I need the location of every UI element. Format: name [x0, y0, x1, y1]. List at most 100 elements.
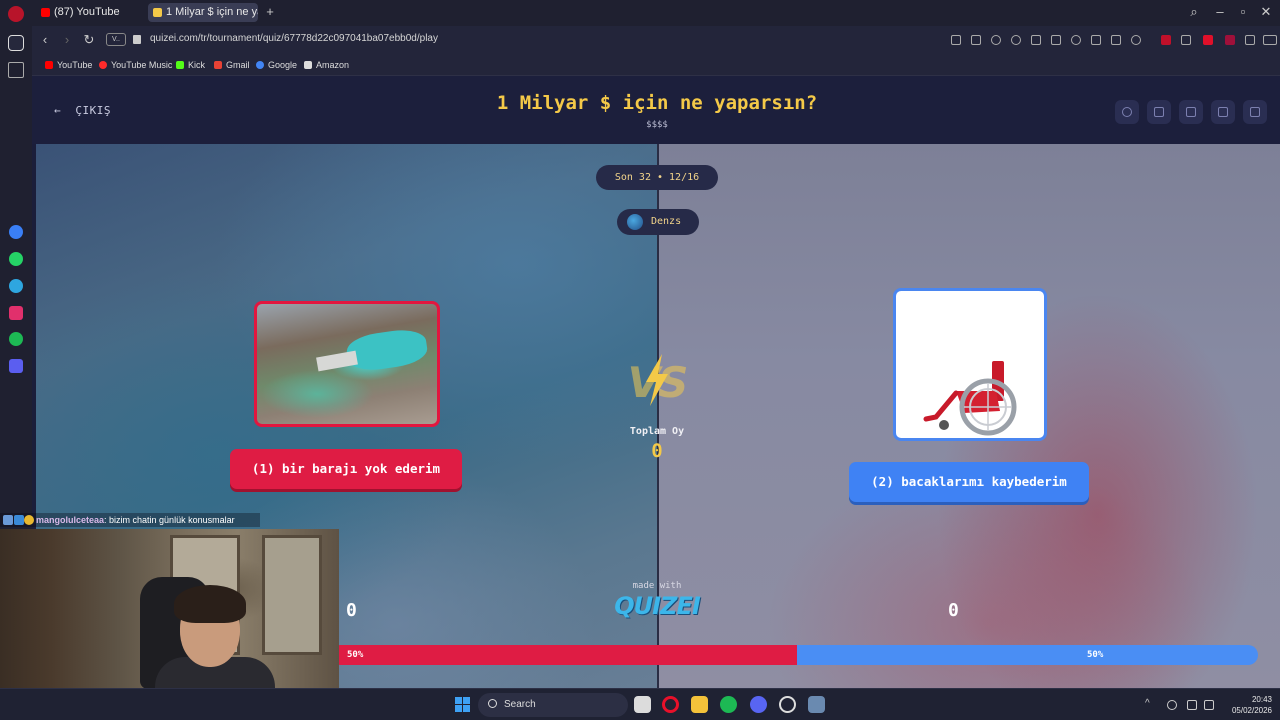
- avatar: [627, 214, 643, 230]
- bookmark-label: YouTube: [57, 60, 93, 70]
- menu-icon[interactable]: [1111, 35, 1121, 45]
- left-progress-bar: 50%: [336, 645, 797, 665]
- option-left-button[interactable]: (1) bir barajı yok ederim: [230, 449, 462, 489]
- bookmarks-bar: YouTube YouTube Music Kick Gmail Google …: [32, 54, 1280, 76]
- bookmark-gmail[interactable]: Gmail: [214, 59, 250, 71]
- forward-icon[interactable]: ›: [58, 31, 76, 49]
- file-explorer-icon[interactable]: [691, 696, 708, 713]
- author-name: Denzs: [651, 216, 682, 227]
- fullscreen-icon: [1250, 107, 1260, 117]
- home-icon[interactable]: [8, 35, 24, 51]
- discord-icon[interactable]: [750, 696, 767, 713]
- new-tab-button[interactable]: +: [260, 4, 280, 19]
- lightning-icon: [646, 354, 668, 406]
- download-icon[interactable]: [1091, 35, 1101, 45]
- quiz-title: 1 Milyar $ için ne yaparsın?: [496, 92, 818, 114]
- app-icon[interactable]: [779, 696, 796, 713]
- opera-logo-icon[interactable]: [8, 6, 24, 22]
- copy-button[interactable]: [1147, 100, 1171, 124]
- report-button[interactable]: [1211, 100, 1235, 124]
- url-field[interactable]: quizei.com/tr/tournament/quiz/67778d22c0…: [150, 33, 438, 44]
- tab-label: 1 Milyar $ için ne yaparsın: [166, 6, 258, 18]
- amazon-icon: [304, 61, 312, 69]
- volume-icon[interactable]: [1204, 700, 1214, 710]
- option-right-image[interactable]: [893, 288, 1047, 441]
- taskbar-search[interactable]: Search: [478, 693, 628, 717]
- bookmark-amazon[interactable]: Amazon: [304, 59, 349, 71]
- right-percent: 50%: [1087, 650, 1104, 660]
- heart-icon[interactable]: [1071, 35, 1081, 45]
- ext-red-icon[interactable]: [1161, 35, 1171, 45]
- ext-tp-icon[interactable]: [1203, 35, 1213, 45]
- tab-label: (87) YouTube: [54, 6, 120, 18]
- fullscreen-button[interactable]: [1243, 100, 1267, 124]
- ext-dark-icon[interactable]: [1181, 35, 1191, 45]
- spotify-icon[interactable]: [9, 332, 23, 346]
- telegram-icon[interactable]: [9, 279, 23, 293]
- left-percent: 50%: [347, 650, 364, 660]
- tab-quiz[interactable]: 1 Milyar $ için ne yaparsın: [148, 3, 258, 22]
- bookmark-label: Google: [268, 60, 298, 70]
- play-icon[interactable]: [1031, 35, 1041, 45]
- whatsapp-icon[interactable]: [9, 252, 23, 266]
- close-icon[interactable]: ✕: [1256, 4, 1276, 20]
- sub-badge-icon: [3, 515, 13, 525]
- messenger-icon[interactable]: [9, 225, 23, 239]
- option-left-image[interactable]: [254, 301, 440, 427]
- eye-button[interactable]: [1115, 100, 1139, 124]
- maximize-icon[interactable]: ▫: [1233, 4, 1253, 19]
- reload-icon[interactable]: ↻: [80, 31, 98, 49]
- bookmark-kick[interactable]: Kick: [176, 59, 205, 71]
- right-vote-count: 0: [948, 600, 959, 621]
- bookmark-label: YouTube Music: [111, 60, 173, 70]
- chevron-up-icon[interactable]: ^: [1145, 699, 1155, 710]
- camera-icon[interactable]: [971, 35, 981, 45]
- spotify-icon[interactable]: [720, 696, 737, 713]
- search-tabs-icon[interactable]: ⌕: [1184, 4, 1204, 20]
- quizei-logo[interactable]: QUIZEI: [596, 592, 718, 620]
- ext-ub-icon[interactable]: [1225, 35, 1235, 45]
- bookmark-google[interactable]: Google: [256, 59, 297, 71]
- reservoir-shape: [344, 326, 430, 374]
- ext-cube-icon[interactable]: [1245, 35, 1255, 45]
- kick-icon: [176, 61, 184, 69]
- extension-icon[interactable]: [1011, 35, 1021, 45]
- send-icon[interactable]: [1051, 35, 1061, 45]
- search-icon: [488, 699, 497, 708]
- bookmark-youtube-music[interactable]: YouTube Music: [99, 59, 172, 71]
- bookmark-youtube[interactable]: YouTube: [45, 59, 92, 71]
- vpn-badge[interactable]: V..: [106, 33, 126, 46]
- eye-icon: [1122, 107, 1132, 117]
- shield-icon[interactable]: [991, 35, 1001, 45]
- minimize-icon[interactable]: –: [1210, 4, 1230, 19]
- author-badge[interactable]: Denzs: [617, 209, 699, 235]
- webcam-feed: [0, 529, 339, 688]
- player-icon[interactable]: [9, 359, 23, 373]
- wheelchair-icon: [923, 361, 1017, 436]
- windows-start-icon[interactable]: [455, 697, 471, 713]
- background-window: [262, 535, 322, 655]
- share-button[interactable]: [1179, 100, 1203, 124]
- star-icon[interactable]: [8, 62, 24, 78]
- gift-badge-icon: [14, 515, 24, 525]
- calculator-icon[interactable]: [808, 696, 825, 713]
- total-votes-value: 0: [651, 440, 663, 462]
- chat-text: : bizim chatin günlük konusmalar: [104, 515, 235, 525]
- edit-icon[interactable]: [951, 35, 961, 45]
- microphone-icon[interactable]: [1167, 700, 1177, 710]
- tab-youtube[interactable]: (87) YouTube: [36, 3, 146, 22]
- opera-icon[interactable]: [662, 696, 679, 713]
- profile-icon[interactable]: [1131, 35, 1141, 45]
- address-bar-row: ‹ › ↻ V.. quizei.com/tr/tournament/quiz/…: [32, 26, 1280, 54]
- search-label: Search: [504, 699, 536, 710]
- clock[interactable]: 20:43 05/02/2026: [1222, 694, 1272, 716]
- chat-message: mangolulceteaa: bizim chatin günlük konu…: [0, 513, 260, 527]
- network-icon[interactable]: [1187, 700, 1197, 710]
- quiz-header: ← ÇIKIŞ 1 Milyar $ için ne yaparsın? $$$…: [32, 76, 1280, 144]
- back-icon[interactable]: ‹: [36, 31, 54, 49]
- option-right-button[interactable]: (2) bacaklarımı kaybederim: [849, 462, 1089, 502]
- task-view-icon[interactable]: [634, 696, 651, 713]
- quiz-favicon-icon: [153, 8, 162, 17]
- ai-icon[interactable]: [1263, 35, 1277, 45]
- instagram-icon[interactable]: [9, 306, 23, 320]
